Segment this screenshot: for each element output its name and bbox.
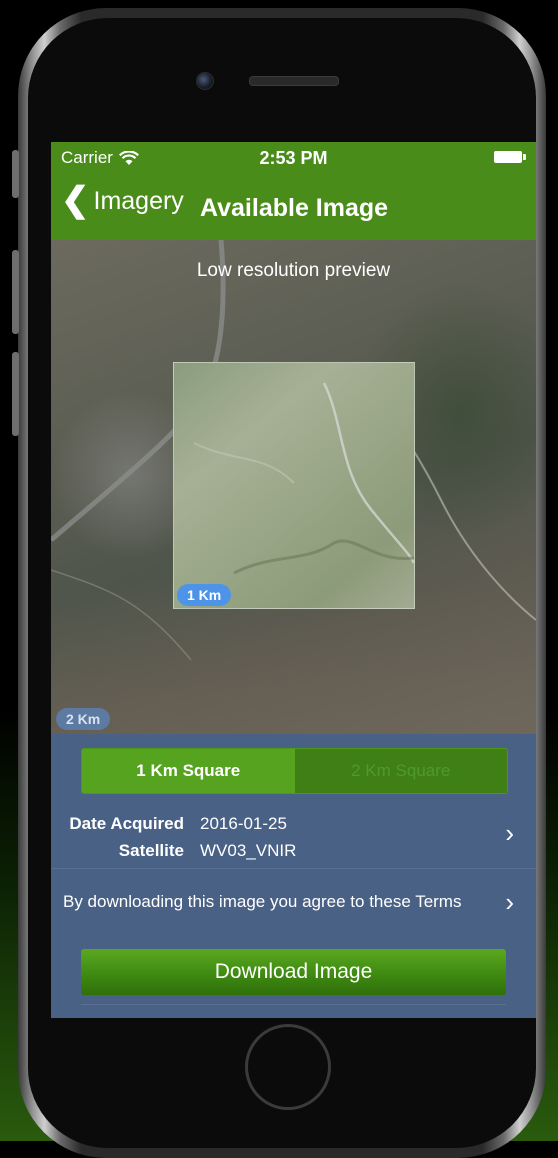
date-acquired-value: 2016-01-25 — [200, 814, 287, 833]
home-button[interactable] — [245, 1024, 331, 1110]
back-label: Imagery — [93, 187, 184, 215]
divider — [81, 1004, 506, 1005]
chevron-left-icon: ❮ — [61, 181, 90, 219]
terms-text: By downloading this image you agree to t… — [63, 892, 462, 911]
chevron-right-icon: › — [505, 818, 514, 848]
preview-caption: Low resolution preview — [196, 260, 391, 281]
details-panel: 1 Km Square 2 Km Square Date Acquired 201… — [51, 734, 536, 1018]
segment-1km[interactable]: 1 Km Square — [82, 749, 295, 793]
download-image-button[interactable]: Download Image — [81, 949, 506, 995]
area-size-segmented-control[interactable]: 1 Km Square 2 Km Square — [81, 748, 508, 794]
satellite-map[interactable]: Low resolution preview 1 Km 2 Km — [51, 240, 536, 734]
app-screen: Carrier 2:53 PM ❮ Imagery Available Imag… — [51, 142, 536, 1018]
terms-chevron-right-icon: › — [505, 887, 514, 917]
mute-switch — [12, 150, 19, 198]
satellite-label: Satellite — [118, 841, 184, 860]
date-acquired-row: Date Acquired 2016-01-25 — [51, 814, 287, 834]
satellite-value: WV03_VNIR — [200, 841, 297, 860]
satellite-row: Satellite WV03_VNIR — [51, 841, 297, 861]
image-info-row[interactable]: Date Acquired 2016-01-25 Satellite WV03_VN… — [51, 800, 536, 869]
date-acquired-label: Date Acquired — [69, 814, 184, 833]
page-title: Available Image — [200, 194, 389, 222]
navigation-bar: ❮ Imagery Available Image — [51, 172, 536, 240]
status-bar: Carrier 2:53 PM — [51, 142, 536, 172]
back-button[interactable]: ❮ Imagery — [61, 181, 184, 219]
scale-badge-2km: 2 Km — [56, 708, 111, 730]
volume-down-button — [12, 352, 19, 436]
front-camera — [196, 72, 214, 90]
segment-2km[interactable]: 2 Km Square — [294, 749, 507, 793]
battery-icon — [494, 151, 526, 163]
earpiece-speaker — [249, 76, 339, 86]
square-terrain — [193, 382, 414, 575]
scale-badge-1km: 1 Km — [177, 584, 232, 606]
status-time: 2:53 PM — [259, 148, 328, 168]
selected-area-square — [173, 362, 415, 609]
terms-row[interactable]: By downloading this image you agree to t… — [51, 868, 536, 938]
volume-up-button — [12, 250, 19, 334]
